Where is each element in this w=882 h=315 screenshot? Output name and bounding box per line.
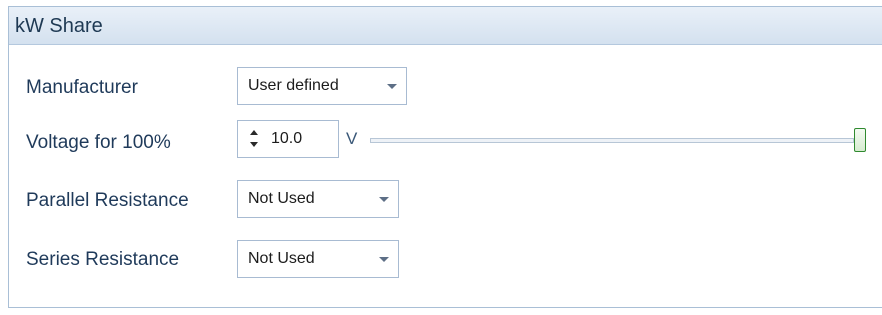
spin-up-icon[interactable] [250,130,258,135]
spin-down-icon[interactable] [250,142,258,147]
parallel-resistance-value: Not Used [248,190,315,207]
chevron-down-icon [379,257,389,262]
parallel-resistance-label: Parallel Resistance [26,190,189,211]
series-resistance-value: Not Used [248,250,315,267]
spin-arrows[interactable] [249,129,261,149]
manufacturer-value: User defined [248,77,339,94]
voltage-value: 10.0 [271,130,303,147]
parallel-resistance-dropdown[interactable]: Not Used [237,180,399,218]
voltage-unit: V [346,129,358,148]
slider-thumb[interactable] [854,128,866,152]
chevron-down-icon [379,197,389,202]
slider-track[interactable] [370,138,854,143]
voltage-spinbox[interactable]: 10.0 [237,120,339,158]
chevron-down-icon [387,84,397,89]
voltage-slider[interactable] [370,128,870,152]
series-resistance-dropdown[interactable]: Not Used [237,240,399,278]
manufacturer-label: Manufacturer [26,77,138,98]
panel-title: kW Share [9,7,882,45]
series-resistance-label: Series Resistance [26,249,180,270]
manufacturer-dropdown[interactable]: User defined [237,67,407,105]
voltage-label: Voltage for 100% [26,132,171,153]
